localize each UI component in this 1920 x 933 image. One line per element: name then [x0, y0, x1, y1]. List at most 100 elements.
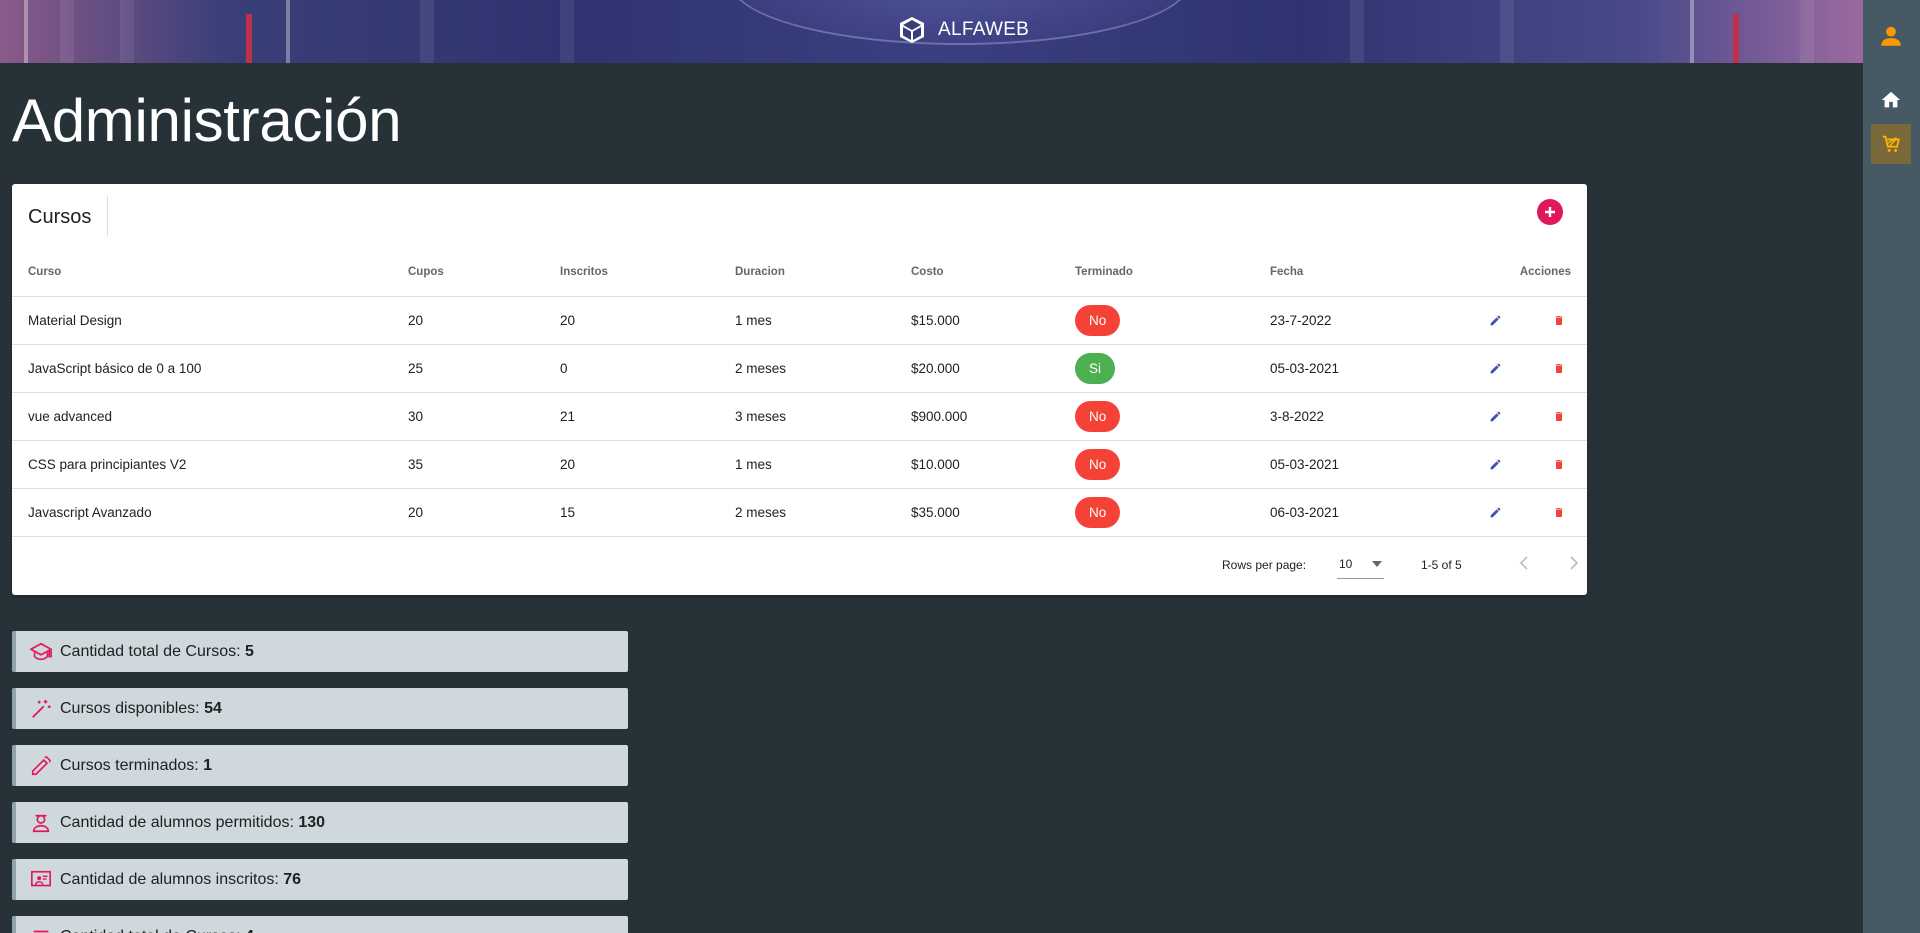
col-costo[interactable]: Costo — [895, 248, 1059, 297]
edit-button[interactable] — [1487, 456, 1503, 472]
stat-box: Cantidad total de Cursos: 4 — [12, 916, 628, 933]
delete-button[interactable] — [1551, 456, 1567, 472]
right-nav-rail — [1863, 0, 1920, 933]
table-row: Javascript Avanzado 20 15 2 meses $35.000 No 0… — [12, 488, 1587, 537]
stat-box: Cantidad de alumnos inscritos: 76 — [12, 859, 628, 900]
stat-text: Cantidad de alumnos inscritos: 76 — [60, 871, 301, 889]
pencil-icon — [1490, 363, 1500, 373]
trash-icon — [1555, 507, 1563, 517]
cell-acciones — [1434, 440, 1587, 489]
col-duracion[interactable]: Duracion — [719, 248, 895, 297]
stat-label: Cantidad total de Cursos: — [60, 928, 245, 933]
table-footer: Rows per page: 10 1-5 of 5 — [12, 537, 1587, 595]
table-header-row: Curso Cupos Inscritos Duracion Costo Ter… — [12, 248, 1587, 297]
stat-text: Cantidad total de Cursos: 4 — [60, 928, 254, 933]
cube-logo-icon — [900, 17, 924, 43]
admin-button[interactable] — [1871, 124, 1911, 164]
col-inscritos[interactable]: Inscritos — [544, 248, 719, 297]
chevron-left-icon — [1519, 556, 1528, 570]
cell-terminado: No — [1059, 440, 1254, 489]
stat-text: Cursos terminados: 1 — [60, 757, 212, 775]
cell-cupos: 25 — [392, 344, 544, 393]
cell-curso: JavaScript básico de 0 a 100 — [12, 344, 392, 393]
cell-acciones — [1434, 488, 1587, 537]
stat-label: Cursos terminados: — [60, 756, 204, 774]
cell-duracion: 2 meses — [719, 488, 895, 537]
cell-acciones — [1434, 344, 1587, 393]
trash-icon — [1555, 411, 1563, 421]
chevron-right-icon — [1570, 556, 1579, 570]
terminado-chip: Si — [1075, 352, 1116, 384]
cell-curso: Javascript Avanzado — [12, 488, 392, 537]
cell-terminado: No — [1059, 392, 1254, 441]
cell-costo: $15.000 — [895, 296, 1059, 345]
cell-inscritos: 20 — [544, 296, 719, 345]
col-fecha[interactable]: Fecha — [1254, 248, 1434, 297]
edit-button[interactable] — [1487, 360, 1503, 376]
pencil-icon — [1490, 315, 1500, 325]
stat-value: 5 — [245, 642, 254, 660]
home-button[interactable] — [1871, 80, 1911, 120]
edit-button[interactable] — [1487, 504, 1503, 520]
cell-fecha: 05-03-2021 — [1254, 440, 1434, 489]
pencil-check-icon — [31, 755, 52, 775]
trash-icon — [1555, 363, 1563, 373]
user-button[interactable] — [1871, 16, 1911, 56]
stat-box: Cursos disponibles: 54 — [12, 688, 628, 729]
brand-name: ALFAWEB — [938, 19, 1030, 40]
stat-label: Cantidad de alumnos inscritos: — [60, 870, 284, 888]
magic-wand-icon — [32, 699, 51, 718]
home-icon — [1881, 91, 1901, 108]
col-curso[interactable]: Curso — [12, 248, 392, 297]
stat-text: Cantidad de alumnos permitidos: 130 — [60, 814, 325, 832]
cell-fecha: 3-8-2022 — [1254, 392, 1434, 441]
stat-value: 4 — [245, 928, 254, 933]
cell-inscritos: 0 — [544, 344, 719, 393]
cell-terminado: No — [1059, 296, 1254, 345]
delete-button[interactable] — [1551, 504, 1567, 520]
edit-button[interactable] — [1487, 408, 1503, 424]
card-title-divider — [107, 196, 108, 236]
cell-inscritos: 21 — [544, 392, 719, 441]
sort-icon — [33, 930, 49, 932]
cell-cupos: 30 — [392, 392, 544, 441]
cell-duracion: 1 mes — [719, 440, 895, 489]
user-icon — [1881, 26, 1901, 46]
stat-label: Cantidad de alumnos permitidos: — [60, 813, 299, 831]
cell-costo: $35.000 — [895, 488, 1059, 537]
delete-button[interactable] — [1551, 312, 1567, 328]
cell-inscritos: 15 — [544, 488, 719, 537]
stat-value: 130 — [298, 813, 326, 831]
terminado-chip: No — [1075, 448, 1121, 480]
delete-button[interactable] — [1551, 408, 1567, 424]
add-course-button[interactable] — [1537, 199, 1563, 225]
stat-value: 54 — [204, 699, 222, 717]
card-title: Cursos — [28, 206, 92, 228]
rows-per-page-select[interactable]: 10 — [1337, 549, 1384, 579]
prev-page-button[interactable] — [1512, 551, 1536, 575]
trash-icon — [1555, 315, 1563, 325]
terminado-chip: No — [1075, 400, 1121, 432]
stat-value: 76 — [283, 870, 302, 888]
cell-acciones — [1434, 392, 1587, 441]
cell-cupos: 35 — [392, 440, 544, 489]
stat-box: Cantidad total de Cursos: 5 — [12, 631, 628, 672]
stat-box: Cursos terminados: 1 — [12, 745, 628, 786]
terminado-chip: No — [1075, 304, 1121, 336]
brand[interactable]: ALFAWEB — [898, 15, 1029, 45]
stat-value: 1 — [203, 756, 213, 774]
delete-button[interactable] — [1551, 360, 1567, 376]
next-page-button[interactable] — [1562, 551, 1586, 575]
cell-curso: CSS para principiantes V2 — [12, 440, 392, 489]
pencil-icon — [1490, 507, 1500, 517]
pagination-range: 1-5 of 5 — [1421, 558, 1462, 572]
table-row: CSS para principiantes V2 35 20 1 mes $10.00… — [12, 440, 1587, 489]
classroom-icon — [31, 870, 51, 886]
col-acciones: Acciones — [1434, 248, 1587, 297]
rows-per-page-label: Rows per page: — [1222, 558, 1307, 572]
stat-text: Cantidad total de Cursos: 5 — [60, 643, 254, 661]
edit-button[interactable] — [1487, 312, 1503, 328]
col-terminado[interactable]: Terminado — [1059, 248, 1254, 297]
stat-box: Cantidad de alumnos permitidos: 130 — [12, 802, 628, 843]
col-cupos[interactable]: Cupos — [392, 248, 544, 297]
